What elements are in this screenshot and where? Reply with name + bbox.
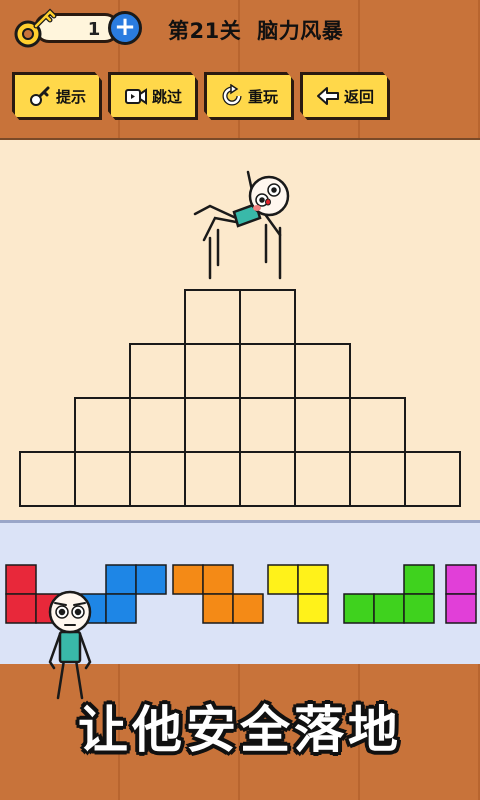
promo-caption: 让他安全落地: [78, 701, 402, 759]
standing-stickman-layer: [48, 590, 92, 700]
standing-stickman: [48, 590, 92, 700]
